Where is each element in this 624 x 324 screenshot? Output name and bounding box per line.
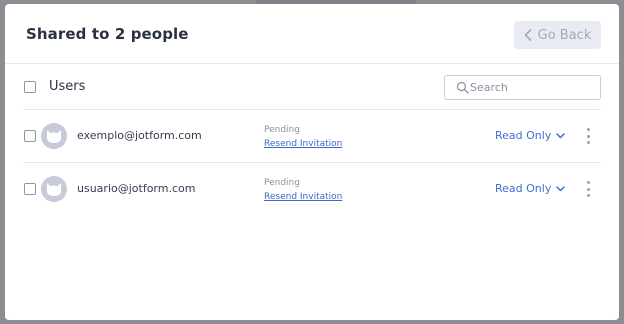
- permission-label: Read Only: [495, 129, 552, 142]
- user-row-checkbox[interactable]: [24, 130, 36, 142]
- search-input[interactable]: [470, 79, 595, 96]
- user-email: usuario@jotform.com: [77, 182, 196, 195]
- go-back-button[interactable]: Go Back: [514, 21, 601, 49]
- chevron-left-icon: [524, 29, 531, 41]
- go-back-label: Go Back: [537, 27, 592, 43]
- more-dot: [586, 134, 590, 138]
- more-options-button[interactable]: [583, 179, 593, 199]
- user-row: exemplo@jotform.com Pending Resend Invit…: [23, 110, 601, 163]
- resend-invitation-link[interactable]: Resend Invitation: [264, 192, 342, 202]
- more-dot: [586, 128, 590, 131]
- user-row: usuario@jotform.com Pending Resend Invit…: [23, 163, 601, 216]
- permission-label: Read Only: [495, 182, 552, 195]
- avatar: [41, 123, 67, 149]
- more-dot: [586, 187, 590, 191]
- search-field[interactable]: [444, 75, 601, 100]
- more-dot: [586, 181, 590, 184]
- share-dialog: Shared to 2 people Go Back Users exemplo…: [5, 4, 619, 320]
- dialog-title: Shared to 2 people: [26, 25, 189, 43]
- dialog-header: Shared to 2 people Go Back: [5, 4, 619, 64]
- permission-dropdown[interactable]: Read Only: [495, 182, 566, 195]
- search-icon: [456, 81, 469, 94]
- resend-invitation-link[interactable]: Resend Invitation: [264, 139, 342, 149]
- invitation-status: Pending: [264, 125, 300, 135]
- select-all-checkbox[interactable]: [24, 81, 36, 93]
- more-options-button[interactable]: [583, 126, 593, 146]
- permission-dropdown[interactable]: Read Only: [495, 129, 566, 142]
- users-label: Users: [49, 79, 86, 94]
- users-header-bar: Users: [23, 64, 601, 110]
- cat-avatar-icon: [47, 183, 61, 196]
- more-dot: [586, 141, 590, 144]
- chevron-down-icon: [556, 132, 566, 138]
- user-email: exemplo@jotform.com: [77, 129, 202, 142]
- more-dot: [586, 194, 590, 197]
- chevron-down-icon: [556, 185, 566, 191]
- user-row-checkbox[interactable]: [24, 183, 36, 195]
- invitation-status: Pending: [264, 178, 300, 188]
- cat-avatar-icon: [47, 130, 61, 143]
- avatar: [41, 176, 67, 202]
